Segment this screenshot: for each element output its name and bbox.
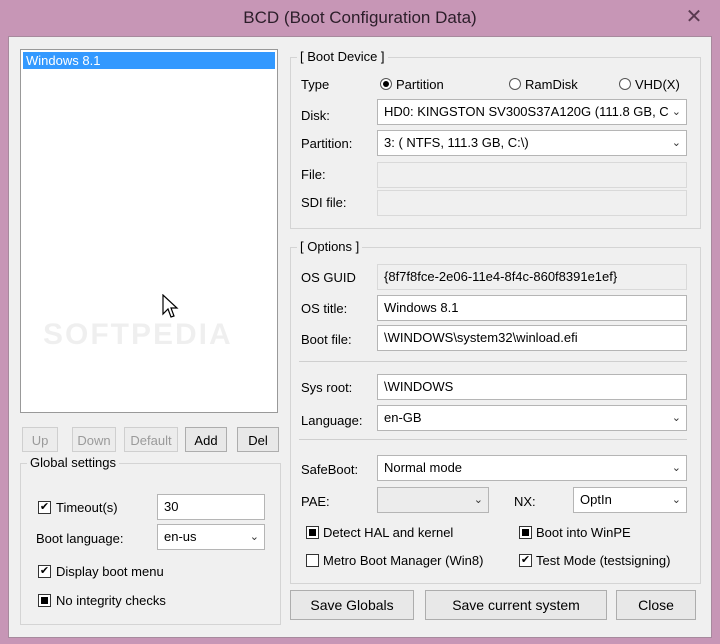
chevron-down-icon: ⌄ bbox=[671, 106, 681, 118]
os-title-label: OS title: bbox=[301, 301, 348, 316]
os-guid-field: {8f7f8fce-2e06-11e4-8f4c-860f8391e1ef} bbox=[377, 264, 687, 290]
partition-radio[interactable] bbox=[380, 78, 392, 90]
dialog-body: Windows 8.1 SOFTPEDIA Up Down Default Ad… bbox=[8, 36, 712, 638]
close-button[interactable]: Close bbox=[616, 590, 696, 620]
no-integrity-checks-checkbox[interactable] bbox=[38, 594, 51, 607]
timeout-label: Timeout(s) bbox=[56, 500, 118, 515]
display-boot-menu-label: Display boot menu bbox=[56, 564, 164, 579]
save-current-system-button[interactable]: Save current system bbox=[425, 590, 607, 620]
boot-into-winpe-label: Boot into WinPE bbox=[536, 525, 631, 540]
mouse-cursor-icon bbox=[162, 294, 179, 318]
os-title-input[interactable]: Windows 8.1 bbox=[377, 295, 687, 321]
nx-select[interactable]: OptIn ⌄ bbox=[573, 487, 687, 513]
nx-value: OptIn bbox=[580, 492, 612, 507]
type-label: Type bbox=[301, 77, 330, 92]
disk-select[interactable]: HD0: KINGSTON SV300S37A120G (111.8 GB, C… bbox=[377, 99, 687, 125]
file-input[interactable] bbox=[377, 162, 687, 188]
nx-label: NX: bbox=[514, 494, 536, 509]
default-button[interactable]: Default bbox=[124, 427, 178, 452]
safeboot-value: Normal mode bbox=[384, 460, 463, 475]
test-mode-label: Test Mode (testsigning) bbox=[536, 553, 671, 568]
boot-language-label: Boot language: bbox=[36, 531, 124, 546]
sdi-file-input[interactable] bbox=[377, 190, 687, 216]
sys-root-label: Sys root: bbox=[301, 380, 353, 395]
language-value: en-GB bbox=[384, 410, 422, 425]
timeout-checkbox[interactable]: ✔ bbox=[38, 501, 51, 514]
detect-hal-label: Detect HAL and kernel bbox=[323, 525, 454, 540]
metro-boot-checkbox[interactable] bbox=[306, 554, 319, 567]
divider bbox=[299, 439, 687, 440]
watermark: SOFTPEDIA bbox=[43, 318, 233, 351]
checkmark-icon: ✔ bbox=[39, 565, 50, 577]
window-title: BCD (Boot Configuration Data) bbox=[243, 8, 477, 27]
up-button[interactable]: Up bbox=[22, 427, 58, 452]
metro-boot-label: Metro Boot Manager (Win8) bbox=[323, 553, 484, 568]
del-button[interactable]: Del bbox=[237, 427, 279, 452]
chevron-down-icon: ⌄ bbox=[671, 462, 681, 474]
safeboot-select[interactable]: Normal mode ⌄ bbox=[377, 455, 687, 481]
boot-into-winpe-checkbox[interactable] bbox=[519, 526, 532, 539]
checkmark-icon: ✔ bbox=[520, 554, 531, 566]
vhd-radio[interactable] bbox=[619, 78, 631, 90]
save-globals-button[interactable]: Save Globals bbox=[290, 590, 414, 620]
disk-label: Disk: bbox=[301, 108, 330, 123]
partition-radio-label: Partition bbox=[396, 77, 444, 92]
boot-file-label: Boot file: bbox=[301, 332, 352, 347]
boot-device-title: [ Boot Device ] bbox=[297, 49, 388, 64]
boot-language-value: en-us bbox=[164, 529, 197, 544]
divider bbox=[299, 361, 687, 362]
chevron-down-icon: ⌄ bbox=[473, 494, 483, 506]
timeout-input[interactable]: 30 bbox=[157, 494, 265, 520]
chevron-down-icon: ⌄ bbox=[671, 412, 681, 424]
os-guid-label: OS GUID bbox=[301, 270, 356, 285]
chevron-down-icon: ⌄ bbox=[249, 531, 259, 543]
checkmark-icon: ✔ bbox=[39, 501, 50, 513]
title-bar: BCD (Boot Configuration Data) ✕ bbox=[0, 0, 720, 36]
partition-select[interactable]: 3: ( NTFS, 111.3 GB, C:\) ⌄ bbox=[377, 130, 687, 156]
detect-hal-checkbox[interactable] bbox=[306, 526, 319, 539]
options-title: [ Options ] bbox=[297, 239, 363, 254]
vhd-radio-label: VHD(X) bbox=[635, 77, 680, 92]
chevron-down-icon: ⌄ bbox=[671, 494, 681, 506]
add-button[interactable]: Add bbox=[185, 427, 227, 452]
pae-select[interactable]: ⌄ bbox=[377, 487, 489, 513]
boot-language-select[interactable]: en-us ⌄ bbox=[157, 524, 265, 550]
pae-label: PAE: bbox=[301, 494, 330, 509]
language-select[interactable]: en-GB ⌄ bbox=[377, 405, 687, 431]
ramdisk-radio-label: RamDisk bbox=[525, 77, 578, 92]
language-label: Language: bbox=[301, 413, 363, 428]
sdi-file-label: SDI file: bbox=[301, 195, 347, 210]
test-mode-checkbox[interactable]: ✔ bbox=[519, 554, 532, 567]
list-item[interactable]: Windows 8.1 bbox=[23, 52, 275, 69]
global-settings-title: Global settings bbox=[27, 455, 119, 470]
display-boot-menu-checkbox[interactable]: ✔ bbox=[38, 565, 51, 578]
safeboot-label: SafeBoot: bbox=[301, 462, 359, 477]
close-window-icon[interactable]: ✕ bbox=[682, 4, 706, 29]
file-label: File: bbox=[301, 167, 326, 182]
boot-entries-list[interactable]: Windows 8.1 SOFTPEDIA bbox=[20, 49, 278, 413]
sys-root-input[interactable]: \WINDOWS bbox=[377, 374, 687, 400]
boot-file-input[interactable]: \WINDOWS\system32\winload.efi bbox=[377, 325, 687, 351]
disk-value: HD0: KINGSTON SV300S37A120G (111.8 GB, C bbox=[384, 104, 669, 119]
down-button[interactable]: Down bbox=[72, 427, 116, 452]
chevron-down-icon: ⌄ bbox=[671, 137, 681, 149]
no-integrity-checks-label: No integrity checks bbox=[56, 593, 166, 608]
partition-value: 3: ( NTFS, 111.3 GB, C:\) bbox=[384, 135, 529, 150]
ramdisk-radio[interactable] bbox=[509, 78, 521, 90]
partition-label: Partition: bbox=[301, 136, 353, 151]
